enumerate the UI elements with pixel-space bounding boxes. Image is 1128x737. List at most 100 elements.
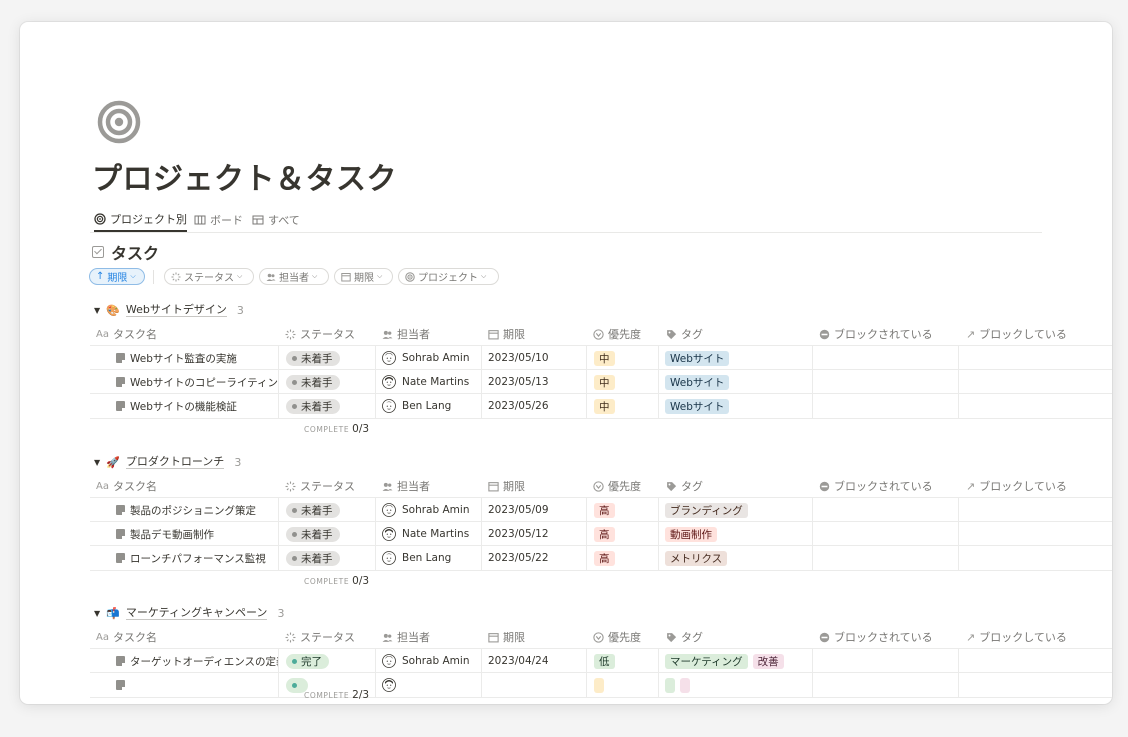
column-header-priority[interactable]: 優先度 [593,323,641,345]
status-cell[interactable]: 未着手 [279,546,376,570]
owner-cell[interactable]: Nate Martins [376,370,482,394]
owner-cell[interactable]: Sohrab Amin [376,346,482,370]
priority-cell[interactable] [587,673,659,697]
toggle-triangle-icon[interactable]: ▼ [94,306,100,315]
column-header-tags[interactable]: タグ [666,626,703,648]
blocking-cell[interactable] [959,649,1112,673]
tags-cell[interactable]: マーケティング 改善 [659,649,813,673]
column-header-status[interactable]: ステータス [285,626,355,648]
page-title[interactable]: プロジェクト＆タスク [92,154,397,198]
status-badge[interactable]: 未着手 [286,374,340,390]
column-header-tags[interactable]: タグ [666,323,703,345]
column-header-title[interactable]: Aa タスク名 [96,323,157,345]
column-header-title[interactable]: Aa タスク名 [96,475,157,497]
task-title[interactable]: 製品デモ動画制作 [130,527,214,542]
priority-badge[interactable]: 高 [594,502,615,518]
group-header[interactable]: ▼ 🎨 Webサイトデザイン 3 [94,302,244,318]
blocking-cell[interactable] [959,346,1112,370]
tab-board[interactable]: ボード [194,208,243,231]
column-header-due[interactable]: 期限 [488,475,525,497]
priority-badge[interactable]: 高 [594,526,615,542]
priority-badge[interactable]: 中 [594,398,615,414]
priority-badge[interactable]: 中 [594,350,615,366]
tag-badge[interactable] [665,677,675,693]
status-badge[interactable]: 未着手 [286,550,340,566]
status-badge[interactable]: 未着手 [286,502,340,518]
status-badge[interactable]: 未着手 [286,398,340,414]
task-title-cell[interactable]: Webサイト監査の実施 [90,346,279,370]
blocked-by-cell[interactable] [813,649,959,673]
due-date-cell[interactable]: 2023/05/10 [482,346,587,370]
blocked-by-cell[interactable] [813,498,959,522]
table-row[interactable] [90,672,1112,698]
toggle-triangle-icon[interactable]: ▼ [94,609,100,618]
task-title[interactable]: Webサイトの機能検証 [130,399,237,414]
table-row[interactable]: ターゲットオーディエンスの定義 完了 Sohrab Amin 2023/04/24 低 マ… [90,648,1112,673]
filter-owner-chip[interactable]: 担当者 ⌵ [259,268,329,285]
table-row[interactable]: Webサイト監査の実施 未着手 Sohrab Amin 2023/05/10 中 Webサ… [90,345,1112,370]
toggle-triangle-icon[interactable]: ▼ [94,458,100,467]
owner-cell[interactable] [376,673,482,697]
blocked-by-cell[interactable] [813,522,959,546]
status-badge[interactable]: 未着手 [286,526,340,542]
column-header-blocked-by[interactable]: ブロックされている [819,626,933,648]
task-title-cell[interactable] [90,673,279,697]
due-date-cell[interactable]: 2023/05/12 [482,522,587,546]
column-header-blocked-by[interactable]: ブロックされている [819,475,933,497]
due-date-cell[interactable]: 2023/05/22 [482,546,587,570]
column-header-blocking[interactable]: ↗ ブロックしている [966,323,1067,345]
status-badge[interactable]: 未着手 [286,350,340,366]
status-badge[interactable]: 完了 [286,653,329,669]
column-header-status[interactable]: ステータス [285,323,355,345]
blocking-cell[interactable] [959,546,1112,570]
group-header[interactable]: ▼ 🚀 プロダクトローンチ 3 [94,454,241,470]
database-title[interactable]: タスク [92,240,159,264]
group-name[interactable]: プロダクトローンチ [125,455,225,469]
tags-cell[interactable]: 動画制作 [659,522,813,546]
column-header-blocking[interactable]: ↗ ブロックしている [966,626,1067,648]
status-cell[interactable]: 未着手 [279,370,376,394]
tag-badge[interactable] [680,677,690,693]
group-header[interactable]: ▼ 📬 マーケティングキャンペーン 3 [94,605,284,621]
column-header-owner[interactable]: 担当者 [382,475,430,497]
column-header-owner[interactable]: 担当者 [382,323,430,345]
owner-cell[interactable]: Sohrab Amin [376,649,482,673]
priority-badge[interactable]: 中 [594,374,615,390]
column-header-tags[interactable]: タグ [666,475,703,497]
priority-cell[interactable]: 中 [587,394,659,418]
tag-badge[interactable]: ブランディング [665,502,748,518]
column-header-title[interactable]: Aa タスク名 [96,626,157,648]
target-icon[interactable] [97,100,141,144]
tags-cell[interactable]: ブランディング [659,498,813,522]
task-title[interactable]: Webサイトのコピーライティング [130,375,278,390]
blocking-cell[interactable] [959,370,1112,394]
tag-badge[interactable]: メトリクス [665,550,728,566]
task-title[interactable]: Webサイト監査の実施 [130,351,237,366]
owner-cell[interactable]: Ben Lang [376,546,482,570]
task-title-cell[interactable]: 製品デモ動画制作 [90,522,279,546]
blocking-cell[interactable] [959,673,1112,697]
owner-cell[interactable]: Ben Lang [376,394,482,418]
group-name[interactable]: マーケティングキャンペーン [125,606,268,620]
column-header-owner[interactable]: 担当者 [382,626,430,648]
blocking-cell[interactable] [959,394,1112,418]
column-header-due[interactable]: 期限 [488,626,525,648]
status-cell[interactable]: 完了 [279,649,376,673]
table-row[interactable]: Webサイトのコピーライティング 未着手 Nate Martins 2023/05/1… [90,369,1112,394]
priority-badge[interactable] [594,677,604,693]
table-row[interactable]: Webサイトの機能検証 未着手 Ben Lang 2023/05/26 中 Webサイト [90,393,1112,419]
priority-cell[interactable]: 高 [587,522,659,546]
priority-badge[interactable]: 高 [594,550,615,566]
column-header-priority[interactable]: 優先度 [593,475,641,497]
due-date-cell[interactable]: 2023/05/09 [482,498,587,522]
owner-cell[interactable]: Sohrab Amin [376,498,482,522]
status-cell[interactable]: 未着手 [279,522,376,546]
due-date-cell[interactable]: 2023/05/26 [482,394,587,418]
tags-cell[interactable]: Webサイト [659,346,813,370]
priority-cell[interactable]: 高 [587,498,659,522]
priority-cell[interactable]: 中 [587,346,659,370]
due-date-cell[interactable]: 2023/05/13 [482,370,587,394]
filter-status-chip[interactable]: ステータス ⌵ [164,268,254,285]
priority-cell[interactable]: 高 [587,546,659,570]
blocked-by-cell[interactable] [813,546,959,570]
